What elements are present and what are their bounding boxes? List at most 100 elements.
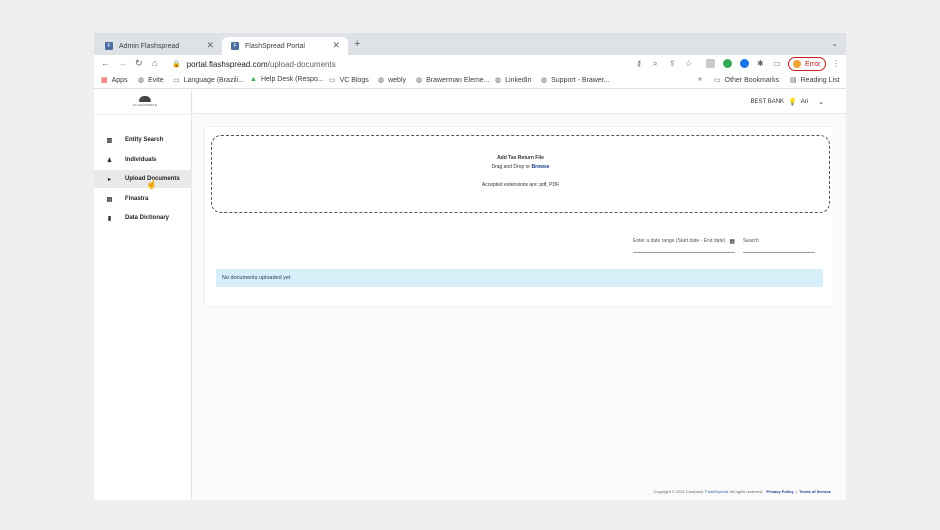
accepted-extensions: Accepted extensions are: pdf, PDF: [481, 182, 560, 188]
sidebar-item-label: Individuals: [125, 157, 157, 163]
bookmark-language[interactable]: ▭ Language (Brazili...: [173, 76, 244, 85]
bookmarks-bar: ▦ Apps ◍ Evite ▭ Language (Brazili... ▲ Help…: [94, 73, 846, 89]
sidebar-item-label: Data Dictionary: [125, 215, 170, 221]
kebab-menu-icon[interactable]: ⋮: [832, 59, 840, 68]
bookmark-star-icon[interactable]: ☆: [685, 59, 692, 68]
document-icon: ▤: [106, 196, 113, 203]
puzzle-icon[interactable]: ✱: [757, 59, 764, 68]
flashspread-logo[interactable]: FLASHSPREAD: [132, 96, 158, 110]
close-icon[interactable]: ✕: [332, 40, 340, 51]
empty-message: No documents uploaded yet: [222, 275, 291, 281]
empty-state-banner: No documents uploaded yet: [216, 269, 823, 287]
file-dropzone[interactable]: Add Tax Return File Drag and Drop or Bro…: [211, 135, 830, 213]
extension-icon[interactable]: [706, 59, 715, 68]
tab-label: FlashSpread Portal: [245, 42, 305, 50]
top-header: BEST BANK 💡 Ari ⌄: [193, 90, 846, 114]
search-input[interactable]: Search: [743, 238, 815, 253]
chevron-down-icon[interactable]: ⌄: [831, 39, 838, 48]
terms-of-service-link[interactable]: Terms of Service: [799, 489, 831, 494]
globe-icon: ◍: [495, 77, 502, 84]
browse-link[interactable]: Browse: [531, 164, 549, 170]
footer-brand-link[interactable]: FlashSpread.: [705, 489, 729, 494]
logo-text: FLASHSPREAD: [132, 103, 158, 107]
logo-icon: [139, 96, 151, 102]
error-label: Error: [805, 60, 821, 68]
bookmark-vc-blogs[interactable]: ▭ VC Blogs: [329, 76, 369, 85]
chevron-down-icon[interactable]: ⌄: [818, 98, 824, 106]
address-bar[interactable]: 🔒 portal.flashspread.com/upload-document…: [172, 56, 702, 72]
other-bookmarks[interactable]: ▭ Other Bookmarks: [714, 76, 779, 85]
profile-error-button[interactable]: Error: [788, 57, 826, 71]
reading-list[interactable]: ▤ Reading List: [790, 76, 840, 85]
date-range-input[interactable]: Enter a date range (Start date - End dat…: [633, 238, 735, 253]
lock-icon: 🔒: [172, 61, 181, 68]
dropzone-instructions: Drag and Drop or Browse: [491, 164, 550, 170]
upload-icon: ▸: [107, 176, 111, 183]
sidebar: FLASHSPREAD ▥ Entity Search ♟ Individual…: [94, 90, 192, 500]
sidebar-item-upload-documents[interactable]: ▸ Upload Documents: [94, 170, 192, 188]
reload-icon[interactable]: ↻: [135, 58, 143, 69]
url-host: portal.flashspread.com: [186, 59, 268, 69]
home-icon[interactable]: ⌂: [152, 58, 157, 68]
user-name: Ari: [800, 99, 809, 105]
footer: Copyright © 2021 Company: FlashSpread. A…: [653, 489, 831, 494]
tab-flashspread-portal[interactable]: F FlashSpread Portal ✕: [222, 37, 348, 55]
new-tab-icon[interactable]: +: [354, 38, 360, 50]
calendar-icon[interactable]: ▦: [729, 238, 735, 245]
user-menu[interactable]: BEST BANK 💡 Ari ⌄: [750, 98, 824, 106]
sidebar-item-individuals[interactable]: ♟ Individuals: [94, 151, 192, 169]
url-path: /upload-documents: [267, 59, 336, 69]
favicon-icon: F: [231, 42, 239, 50]
privacy-policy-link[interactable]: Privacy Policy: [766, 489, 793, 494]
folder-icon: ▭: [329, 77, 336, 84]
globe-icon: ◍: [378, 77, 385, 84]
extension-blue-icon[interactable]: [740, 59, 749, 68]
sidebar-item-data-dictionary[interactable]: ▮ Data Dictionary: [94, 209, 192, 227]
browser-toolbar: ← → ↻ ⌂ 🔒 portal.flashspread.com/upload-…: [94, 55, 846, 73]
forward-icon[interactable]: →: [118, 58, 127, 68]
reading-list-icon: ▤: [790, 77, 797, 84]
folder-icon: ▭: [173, 77, 180, 84]
key-icon[interactable]: ⚷: [636, 59, 642, 68]
sidebar-item-entity-search[interactable]: ▥ Entity Search: [94, 131, 192, 149]
mouse-cursor-icon: ☝: [146, 179, 158, 189]
folder-icon: ▭: [714, 77, 721, 84]
browser-window: F Admin Flashspread ✕ F FlashSpread Port…: [94, 33, 846, 500]
globe-icon: ◍: [416, 77, 423, 84]
bookmarks-overflow-icon[interactable]: »: [698, 76, 702, 83]
dropzone-title: Add Tax Return File: [497, 155, 544, 161]
person-icon: ♟: [106, 157, 113, 164]
sidebar-item-label: Finastra: [125, 196, 149, 202]
share-icon[interactable]: ⇪: [669, 59, 676, 68]
favicon-icon: F: [105, 42, 113, 50]
bookmark-linkedin[interactable]: ◍ LinkedIn: [495, 76, 532, 85]
close-icon[interactable]: ✕: [206, 40, 214, 51]
company-name: BEST BANK: [750, 99, 785, 105]
tab-label: Admin Flashspread: [119, 42, 180, 50]
building-icon: ▥: [106, 137, 113, 144]
zoom-icon[interactable]: ⌕: [653, 59, 657, 69]
tab-strip: F Admin Flashspread ✕ F FlashSpread Port…: [94, 33, 846, 55]
book-icon: ▮: [107, 215, 112, 222]
globe-icon: ◍: [541, 77, 548, 84]
drive-icon: ▲: [250, 76, 257, 83]
bookmark-apps[interactable]: ▦ Apps: [101, 76, 128, 85]
bookmark-help-desk[interactable]: ▲ Help Desk (Respo...: [250, 76, 324, 83]
tab-admin-flashspread[interactable]: F Admin Flashspread ✕: [96, 37, 222, 55]
back-icon[interactable]: ←: [101, 58, 110, 68]
portal-page: FLASHSPREAD ▥ Entity Search ♟ Individual…: [94, 90, 846, 500]
sidebar-item-finastra[interactable]: ▤ Finastra: [94, 190, 192, 208]
avatar: [793, 60, 801, 68]
lightbulb-icon: 💡: [788, 99, 797, 106]
apps-grid-icon: ▦: [101, 77, 108, 84]
bookmark-support[interactable]: ◍ Support - Brawer...: [541, 76, 609, 85]
bookmark-webly[interactable]: ◍ webly: [378, 76, 406, 85]
extension-green-icon[interactable]: [723, 59, 732, 68]
date-range-placeholder: Enter a date range (Start date - End dat…: [633, 238, 726, 244]
globe-icon: ◍: [138, 77, 145, 84]
upload-panel: Add Tax Return File Drag and Drop or Bro…: [204, 126, 834, 307]
bookmark-evite[interactable]: ◍ Evite: [138, 76, 164, 85]
bookmark-brawerman[interactable]: ◍ Brawerman Eleme...: [416, 76, 490, 85]
search-placeholder: Search: [743, 238, 759, 244]
cast-icon[interactable]: ▭: [773, 59, 781, 68]
